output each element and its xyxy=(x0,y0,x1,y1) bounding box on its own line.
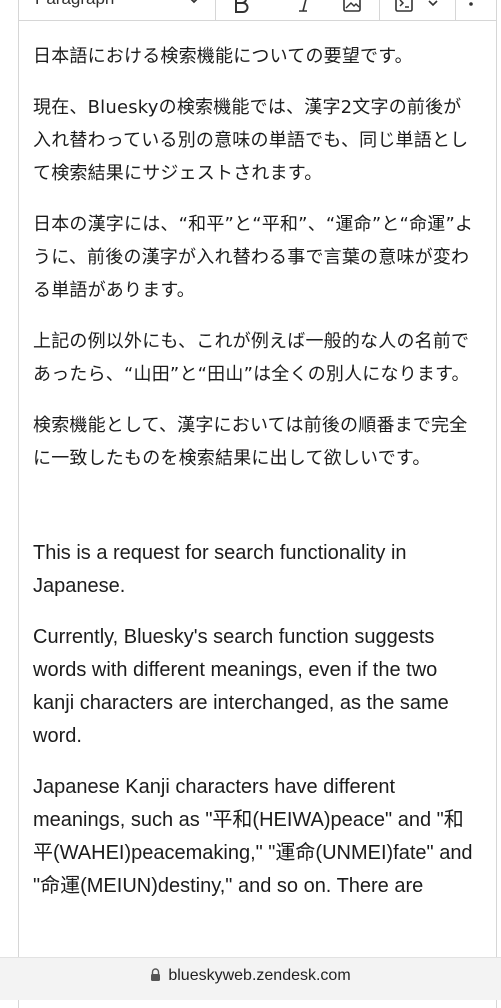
code-block-icon[interactable] xyxy=(389,0,419,15)
paragraph-jp-4: 上記の例以外にも、これが例えば一般的な人の名前であったら、“山田”と“田山”は全… xyxy=(33,331,470,385)
paragraph-en-2: Currently, Bluesky's search function sug… xyxy=(33,626,449,747)
toolbar-divider xyxy=(379,0,380,20)
lock-icon xyxy=(150,967,161,986)
toolbar-divider xyxy=(455,0,456,20)
paragraph-jp-3: 日本の漢字には、“和平”と“平和”、“運命”と“命運”ように、前後の漢字が入れ替… xyxy=(33,214,474,301)
paragraph-jp-2: 現在、Blueskyの検索機能では、漢字2文字の前後が入れ替わっている別の意味の… xyxy=(33,97,469,184)
url-text[interactable]: blueskyweb.zendesk.com xyxy=(168,967,350,985)
empty-line xyxy=(33,475,479,537)
browser-address-bar[interactable]: blueskyweb.zendesk.com xyxy=(0,957,501,1000)
toolbar-divider xyxy=(215,0,216,20)
chevron-down-icon[interactable] xyxy=(187,0,201,11)
image-icon[interactable] xyxy=(337,0,367,15)
paragraph-en-1: This is a request for search functionali… xyxy=(33,542,407,597)
chevron-down-icon[interactable] xyxy=(423,0,443,15)
italic-icon[interactable] xyxy=(291,0,319,15)
more-vertical-icon[interactable] xyxy=(463,0,479,15)
paragraph-jp-5: 検索機能として、漢字においては前後の順番まで完全に一致したものを検索結果に出して… xyxy=(33,415,468,469)
format-select[interactable]: Paragraph xyxy=(35,0,114,9)
editor-content[interactable]: 日本語における検索機能についての要望です。 現在、Blueskyの検索機能では、… xyxy=(33,40,479,903)
paragraph-jp-1: 日本語における検索機能についての要望です。 xyxy=(33,46,413,67)
bold-icon[interactable] xyxy=(227,0,255,15)
editor-toolbar: Paragraph xyxy=(19,0,496,21)
paragraph-en-3: Japanese Kanji characters have different… xyxy=(33,776,473,897)
rich-text-editor[interactable]: Paragraph 日本語における検索機能についての要望です。 現在、Blues… xyxy=(18,0,497,1008)
